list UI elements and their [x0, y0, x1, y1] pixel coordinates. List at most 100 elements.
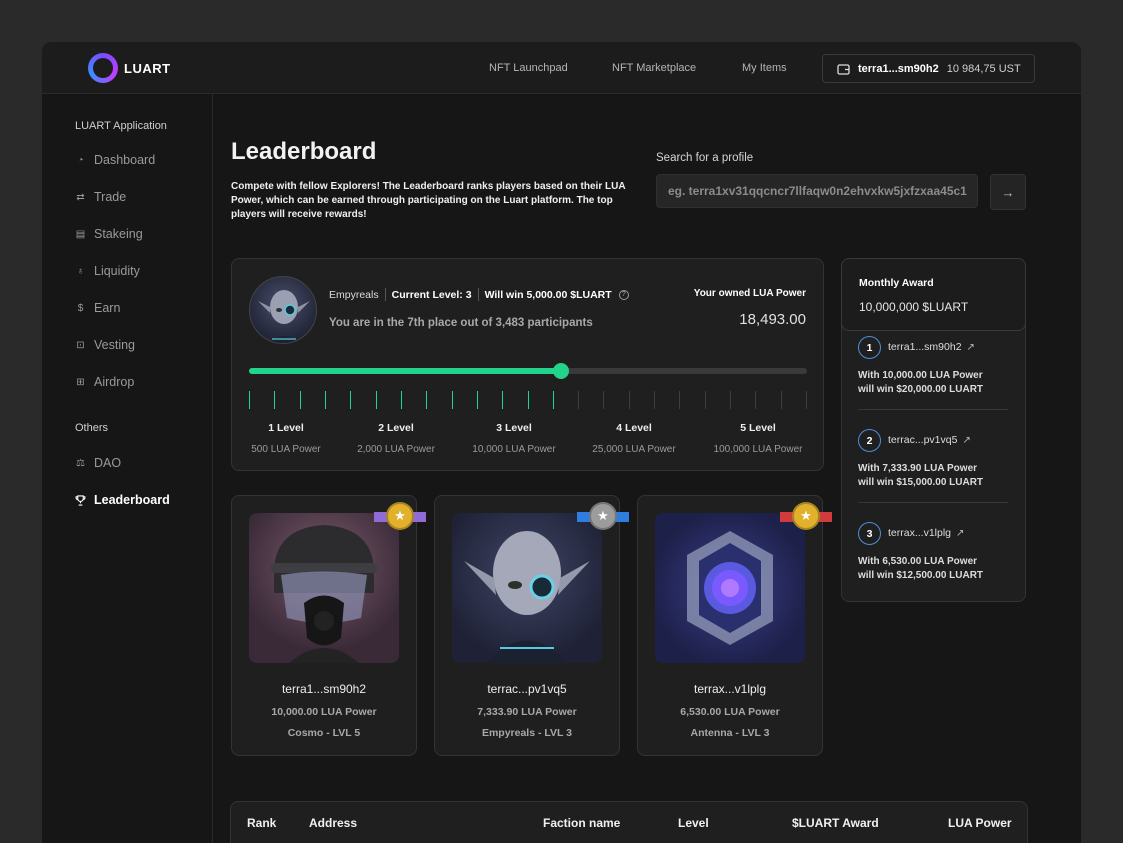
progress-tick	[452, 391, 453, 409]
leaderboard-table-header: Rank Address Faction name Level $LUART A…	[230, 801, 1028, 843]
player-meta: Empyreals Current Level: 3 Will win 5,00…	[329, 288, 629, 301]
winner-details: With 10,000.00 LUA Power will win $20,000…	[858, 370, 984, 395]
sidebar-item-earn[interactable]: $ Earn	[75, 301, 121, 315]
level-name: 1 Level	[268, 422, 304, 434]
scales-icon: ⚖	[76, 457, 85, 469]
column-power[interactable]: LUA Power	[948, 816, 1012, 830]
winner-address-link[interactable]: terrac...pv1vq5 ↗	[888, 434, 971, 446]
progress-tick	[502, 391, 503, 409]
level-marker-3: 3 Level 10,000 LUA Power	[454, 422, 574, 455]
level-marker-2: 2 Level 2,000 LUA Power	[336, 422, 456, 455]
progress-handle	[553, 363, 569, 379]
winner-address-link[interactable]: terrax...v1lplg ↗	[888, 527, 964, 539]
top-player-card-1[interactable]: ★ terra1...sm90h2 10,000.00 LUA Power Co…	[231, 495, 426, 756]
progress-tick	[300, 391, 301, 409]
cosmo-helmet-image	[271, 525, 377, 663]
sidebar-item-label: DAO	[94, 456, 122, 470]
sidebar-item-label: Vesting	[94, 338, 136, 352]
progress-tick	[528, 391, 529, 409]
sidebar-item-dashboard[interactable]: ◔ Dashboard	[75, 153, 155, 167]
info-icon[interactable]: ?	[618, 289, 629, 300]
trophy-icon	[75, 494, 86, 506]
progress-tick	[325, 391, 326, 409]
nft-image	[452, 513, 602, 663]
antenna-crystal-image	[687, 531, 773, 645]
column-award[interactable]: $LUART Award	[792, 816, 879, 830]
nft-image	[655, 513, 805, 663]
rank-badge: 2	[858, 429, 881, 452]
progress-tick	[629, 391, 630, 409]
player-faction: Empyreals - LVL 3	[481, 727, 573, 739]
progress-tick	[755, 391, 756, 409]
gauge-icon: ◔	[77, 154, 84, 166]
search-submit-button[interactable]: →	[990, 174, 1026, 210]
level-marker-5: 5 Level 100,000 LUA Power	[698, 422, 818, 455]
search-label: Search for a profile	[656, 152, 754, 164]
player-address: terrax...v1lplg	[693, 682, 767, 696]
sidebar-item-dao[interactable]: ⚖ DAO	[75, 456, 121, 470]
gold-medal-icon: ★	[374, 502, 426, 530]
wallet-address: terra1...sm90h2	[858, 62, 939, 75]
monthly-award-title: Monthly Award	[859, 277, 934, 289]
winner-details: With 7,333.90 LUA Power will win $15,000.…	[858, 463, 984, 488]
progress-tick	[376, 391, 377, 409]
gift-icon: ⊞	[76, 376, 85, 388]
column-rank[interactable]: Rank	[247, 816, 276, 830]
level-power: 100,000 LUA Power	[713, 444, 803, 455]
nav-nft-marketplace[interactable]: NFT Marketplace	[612, 62, 696, 74]
player-faction: Antenna - LVL 3	[690, 727, 770, 739]
progress-tick	[679, 391, 680, 409]
nft-image	[249, 513, 399, 663]
sidebar-item-leaderboard[interactable]: Leaderboard	[75, 493, 170, 507]
top-player-card-3[interactable]: ★ terrax...v1lplg 6,530.00 LUA Power Ant…	[637, 495, 832, 756]
page-title: Leaderboard	[231, 138, 377, 165]
column-level[interactable]: Level	[678, 816, 709, 830]
nav-nft-launchpad[interactable]: NFT Launchpad	[489, 62, 568, 74]
place-text: You are in the 7th place out of 3,483 pa…	[329, 317, 593, 329]
level-power: 10,000 LUA Power	[472, 444, 556, 455]
player-power: 6,530.00 LUA Power	[680, 706, 780, 718]
progress-tick	[705, 391, 706, 409]
sidebar: LUART Application ◔ Dashboard ⇄ Trade ▤ …	[42, 94, 213, 843]
wallet-balance: 10 984,75 UST	[946, 62, 1021, 75]
progress-tick	[781, 391, 782, 409]
player-address: terrac...pv1vq5	[487, 682, 567, 696]
wallet-button[interactable]: terra1...sm90h2 10 984,75 UST	[822, 54, 1035, 83]
sidebar-item-stakeing[interactable]: ▤ Stakeing	[75, 227, 143, 241]
silver-medal-icon: ★	[577, 502, 629, 530]
divider	[858, 502, 1008, 503]
external-link-icon: ↗	[966, 342, 975, 353]
arrow-right-icon: →	[1001, 184, 1015, 200]
level-name: 5 Level	[740, 422, 776, 434]
level-name: 2 Level	[378, 422, 414, 434]
progress-tick	[274, 391, 275, 409]
sidebar-item-vesting[interactable]: ⊡ Vesting	[75, 338, 135, 352]
search-input[interactable]: eg. terra1xv31qqcncr7llfaqw0n2ehvxkw5jxf…	[656, 174, 978, 208]
column-address[interactable]: Address	[309, 816, 357, 830]
sidebar-item-label: Dashboard	[94, 153, 156, 167]
main-content: Leaderboard Compete with fellow Explorer…	[213, 94, 1081, 843]
level-power: 25,000 LUA Power	[592, 444, 676, 455]
luart-logo-icon	[88, 53, 118, 83]
flask-icon: ♁	[76, 265, 85, 277]
progress-tick	[578, 391, 579, 409]
nav-my-items[interactable]: My Items	[742, 62, 787, 74]
monthly-award-amount: 10,000,000 $LUART	[859, 300, 969, 314]
progress-tick	[730, 391, 731, 409]
level-ticks	[249, 391, 807, 409]
progress-tick	[249, 391, 250, 409]
alien-nft-image	[464, 531, 590, 663]
progress-tick	[401, 391, 402, 409]
column-faction[interactable]: Faction name	[543, 816, 620, 830]
sidebar-item-liquidity[interactable]: ♁ Liquidity	[75, 264, 140, 278]
top-player-card-2[interactable]: ★ terrac...pv1vq5 7,333.90 LUA Power Emp…	[434, 495, 629, 756]
sidebar-item-trade[interactable]: ⇄ Trade	[75, 190, 126, 204]
progress-tick	[477, 391, 478, 409]
sidebar-item-label: Airdrop	[94, 375, 135, 389]
level-power: 2,000 LUA Power	[357, 444, 435, 455]
swap-icon: ⇄	[76, 191, 85, 203]
winner-address-link[interactable]: terra1...sm90h2 ↗	[888, 341, 975, 353]
progress-tick	[553, 391, 554, 409]
sidebar-item-airdrop[interactable]: ⊞ Airdrop	[75, 375, 134, 389]
logo[interactable]: LUART	[88, 53, 171, 83]
